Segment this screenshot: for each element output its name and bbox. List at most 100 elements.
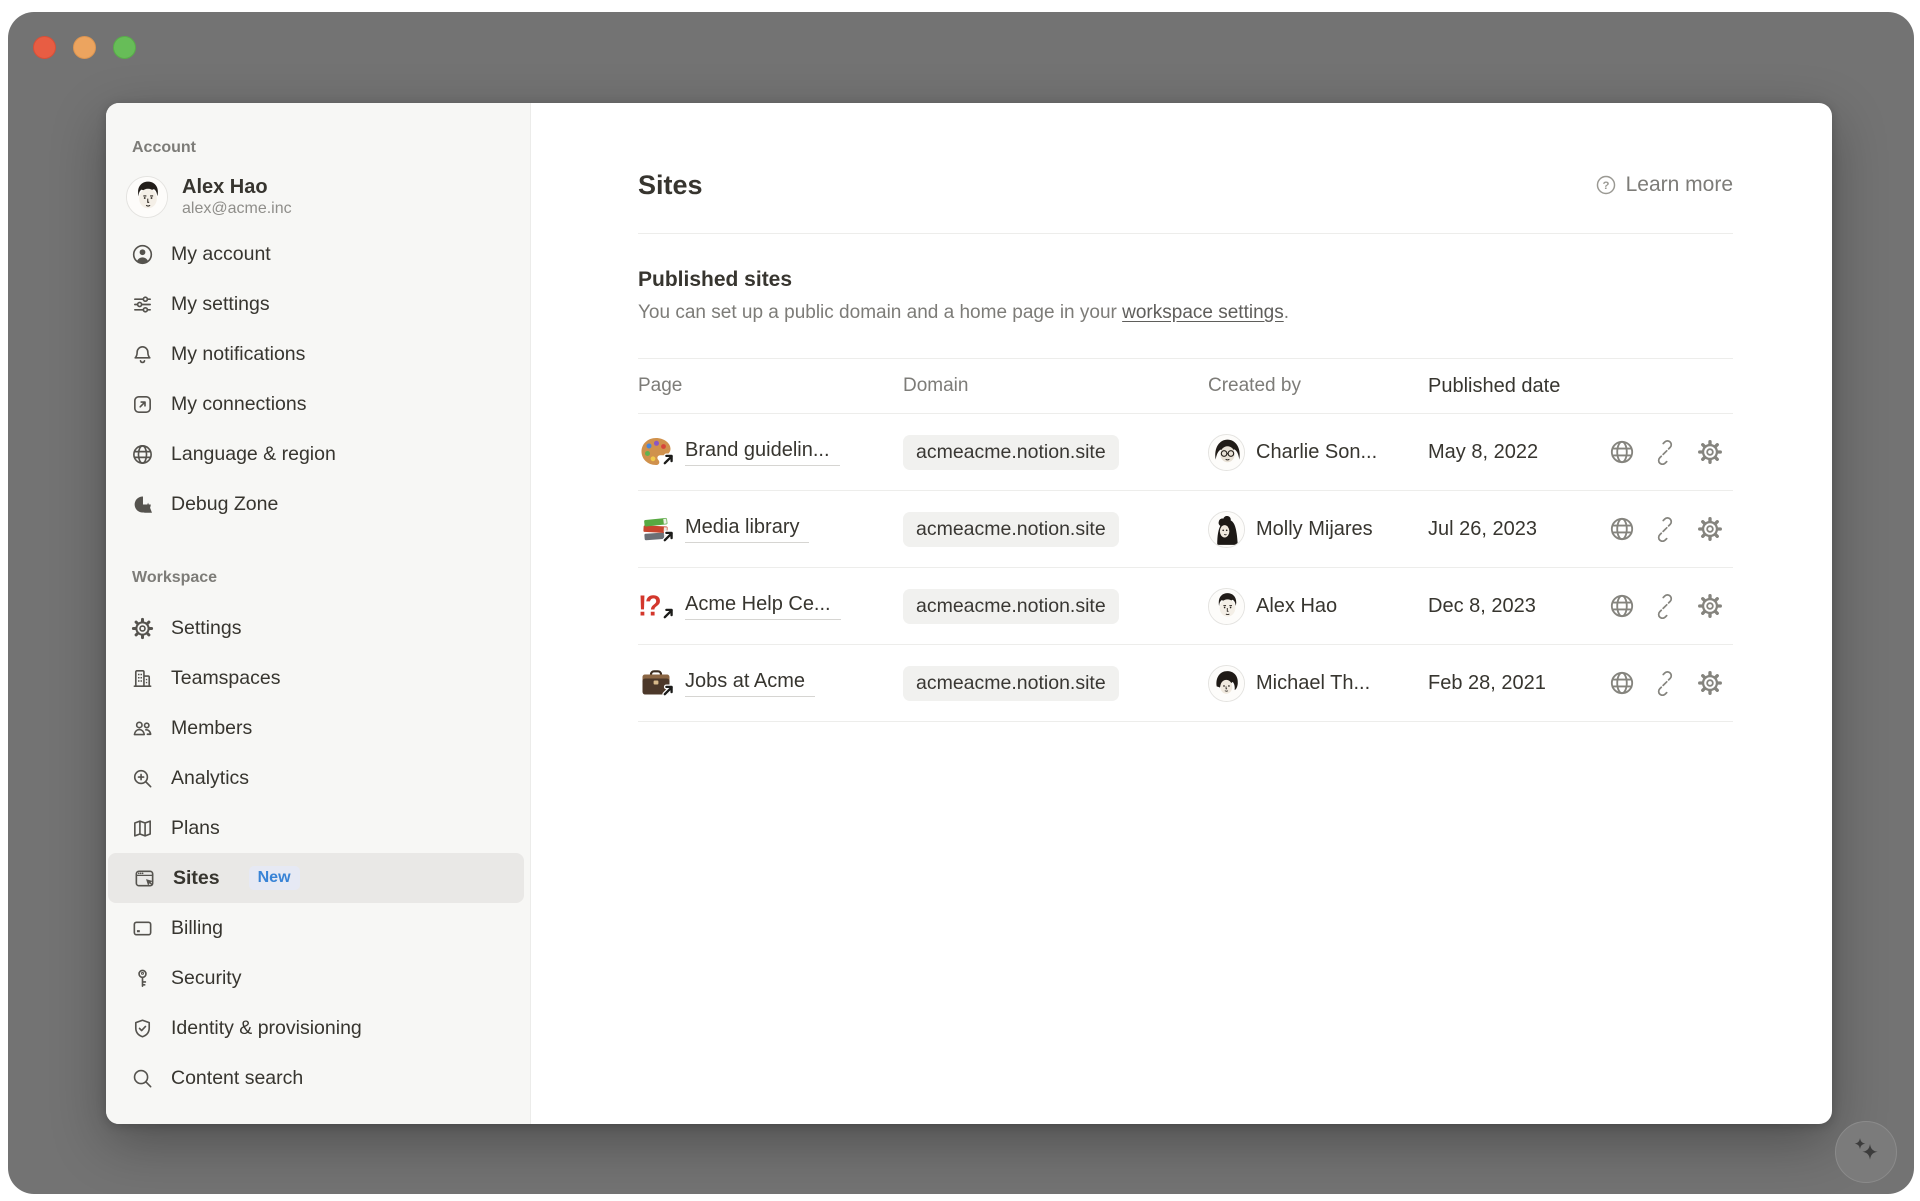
sidebar-item-label: My connections — [171, 393, 306, 416]
palette-icon — [638, 434, 674, 470]
external-arrow-icon — [660, 451, 677, 473]
close-button[interactable] — [33, 36, 56, 59]
sidebar-item-sites[interactable]: Sites New — [108, 853, 524, 903]
globe-icon[interactable] — [1609, 593, 1635, 619]
sidebar-item-teamspaces[interactable]: Teamspaces — [106, 653, 530, 703]
globe-icon[interactable] — [1609, 439, 1635, 465]
debug-shapes-icon — [130, 492, 154, 516]
link-icon[interactable] — [1653, 593, 1679, 619]
sidebar-item-label: My account — [171, 243, 271, 266]
sidebar-item-label: Security — [171, 967, 241, 990]
row-actions — [1609, 516, 1723, 542]
people-icon — [130, 716, 154, 740]
gear-icon[interactable] — [1697, 670, 1723, 696]
zoom-button[interactable] — [113, 36, 136, 59]
link-icon[interactable] — [1653, 670, 1679, 696]
map-icon — [130, 816, 154, 840]
sidebar-item-my-notifications[interactable]: My notifications — [106, 329, 530, 379]
gear-icon[interactable] — [1697, 593, 1723, 619]
sidebar-item-language-region[interactable]: Language & region — [106, 429, 530, 479]
created-by-name: Charlie Son... — [1256, 441, 1377, 464]
magnifier-plus-icon — [130, 766, 154, 790]
sidebar-item-label: Sites — [173, 867, 220, 890]
published-date: May 8, 2022 — [1428, 441, 1598, 464]
browser-cursor-icon — [132, 866, 156, 890]
domain-pill: acmeacme.notion.site — [903, 666, 1119, 701]
sidebar-item-my-account[interactable]: My account — [106, 229, 530, 279]
bell-icon — [130, 342, 154, 366]
sidebar-item-label: Language & region — [171, 443, 336, 466]
key-icon — [130, 966, 154, 990]
arrow-up-right-square-icon — [130, 392, 154, 416]
molly-avatar — [1208, 511, 1245, 548]
ai-assistant-button[interactable] — [1835, 1121, 1897, 1183]
column-header-page: Page — [638, 375, 903, 397]
gear-icon[interactable] — [1697, 439, 1723, 465]
sidebar-item-label: Identity & provisioning — [171, 1017, 362, 1040]
sidebar-item-settings[interactable]: Settings — [106, 603, 530, 653]
sidebar-item-debug-zone[interactable]: Debug Zone — [106, 479, 530, 529]
page-link[interactable]: Media library — [685, 516, 809, 543]
globe-icon[interactable] — [1609, 670, 1635, 696]
table-row: Brand guidelin... acmeacme.notion.site C… — [638, 414, 1733, 491]
created-by-name: Alex Hao — [1256, 595, 1337, 618]
link-icon[interactable] — [1653, 439, 1679, 465]
header-divider — [638, 233, 1733, 234]
sidebar-item-security[interactable]: Security — [106, 953, 530, 1003]
page-link[interactable]: Jobs at Acme — [685, 670, 815, 697]
shield-check-icon — [130, 1016, 154, 1040]
main-header: Sites ? Learn more — [638, 167, 1733, 203]
table-row: Media library acmeacme.notion.site Molly… — [638, 491, 1733, 568]
sidebar-item-label: My settings — [171, 293, 270, 316]
page-link[interactable]: Brand guidelin... — [685, 439, 840, 466]
michael-avatar — [1208, 665, 1245, 702]
sites-settings-panel: Sites ? Learn more Published sites You c… — [531, 103, 1832, 1124]
gear-icon[interactable] — [1697, 516, 1723, 542]
sidebar-item-billing[interactable]: Billing — [106, 903, 530, 953]
link-icon[interactable] — [1653, 516, 1679, 542]
page-link[interactable]: Acme Help Ce... — [685, 593, 841, 620]
created-by-name: Molly Mijares — [1256, 518, 1373, 541]
learn-more-link[interactable]: ? Learn more — [1595, 173, 1733, 197]
sidebar-item-members[interactable]: Members — [106, 703, 530, 753]
account-email: alex@acme.inc — [182, 199, 292, 219]
question-circle-icon: ? — [1595, 174, 1617, 196]
sidebar-item-plans[interactable]: Plans — [106, 803, 530, 853]
row-actions — [1609, 670, 1723, 696]
sidebar-item-label: Debug Zone — [171, 493, 278, 516]
table-row: Jobs at Acme acmeacme.notion.site Michae… — [638, 645, 1733, 722]
sidebar-item-analytics[interactable]: Analytics — [106, 753, 530, 803]
description-text: You can set up a public domain and a hom… — [638, 302, 1122, 323]
learn-more-label: Learn more — [1626, 173, 1733, 197]
new-badge: New — [249, 866, 300, 890]
sidebar-item-my-settings[interactable]: My settings — [106, 279, 530, 329]
published-date: Jul 26, 2023 — [1428, 518, 1598, 541]
sliders-icon — [130, 292, 154, 316]
sidebar-item-my-connections[interactable]: My connections — [106, 379, 530, 429]
domain-pill: acmeacme.notion.site — [903, 512, 1119, 547]
domain-pill: acmeacme.notion.site — [903, 589, 1119, 624]
column-header-domain: Domain — [903, 375, 1208, 397]
account-profile[interactable]: Alex Hao alex@acme.inc — [106, 165, 530, 229]
minimize-button[interactable] — [73, 36, 96, 59]
workspace-section-label: Workspace — [132, 569, 530, 587]
sidebar-item-label: My notifications — [171, 343, 305, 366]
building-icon — [130, 666, 154, 690]
sidebar-item-label: Settings — [171, 617, 241, 640]
workspace-settings-link[interactable]: workspace settings — [1122, 302, 1284, 323]
column-header-created-by: Created by — [1208, 375, 1428, 397]
published-sites-heading: Published sites — [638, 266, 1733, 294]
sidebar-item-identity-provisioning[interactable]: Identity & provisioning — [106, 1003, 530, 1053]
sidebar-item-content-search[interactable]: Content search — [106, 1053, 530, 1103]
account-section-label: Account — [132, 139, 530, 157]
page-title: Sites — [638, 170, 703, 201]
external-arrow-icon — [660, 528, 677, 550]
globe-icon[interactable] — [1609, 516, 1635, 542]
traffic-lights — [33, 36, 136, 59]
sidebar-item-label: Members — [171, 717, 252, 740]
alex-avatar — [126, 176, 168, 218]
sidebar-item-label: Teamspaces — [171, 667, 280, 690]
mac-window-backdrop: Account Alex Hao alex@acme.inc My accoun… — [8, 12, 1914, 1194]
published-sites-description: You can set up a public domain and a hom… — [638, 300, 1733, 326]
sidebar-item-label: Content search — [171, 1067, 303, 1090]
